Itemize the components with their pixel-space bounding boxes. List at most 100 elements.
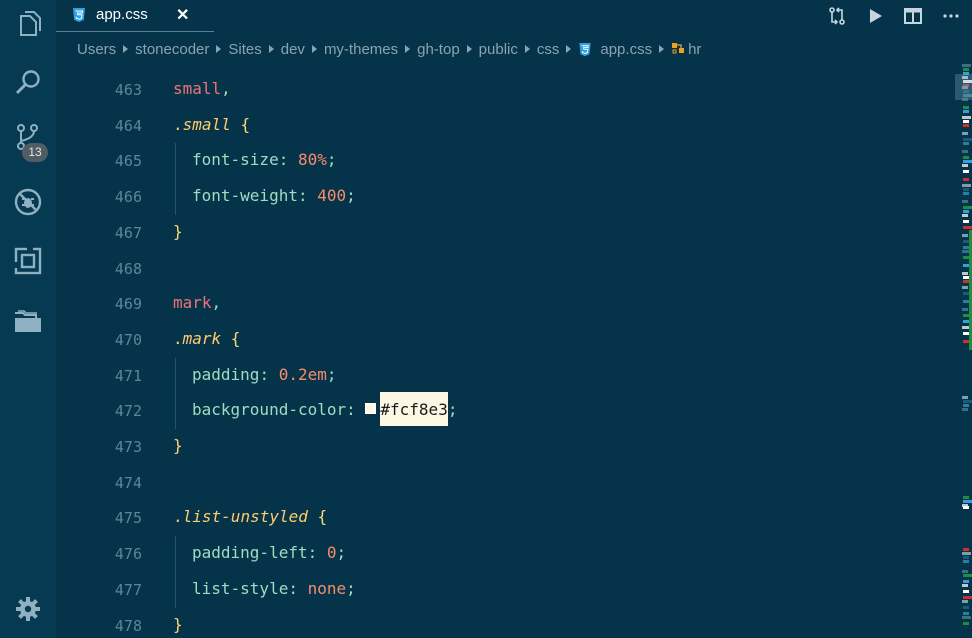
chevron-right-icon — [311, 45, 317, 53]
code-text: } — [173, 222, 183, 241]
breadcrumb-item[interactable]: Sites — [228, 41, 261, 58]
breadcrumb-item[interactable]: dev — [281, 41, 305, 58]
brace-token: } — [173, 614, 183, 634]
code-text: mark, — [173, 293, 221, 312]
minimap-line — [963, 178, 969, 181]
minimap-line — [962, 600, 968, 603]
code-text: small, — [173, 79, 231, 98]
minimap[interactable] — [954, 60, 972, 638]
code-line[interactable]: 470 .mark { — [56, 322, 952, 358]
minimap-line — [963, 170, 969, 173]
property-token: list-style — [192, 578, 289, 598]
breadcrumb-item[interactable]: gh-top — [417, 41, 460, 58]
code-line[interactable]: 474 — [56, 465, 952, 501]
breadcrumb-item[interactable]: app.css — [600, 41, 652, 58]
breadcrumb-item[interactable]: public — [479, 41, 518, 58]
debug-button[interactable] — [0, 178, 56, 226]
minimap-line — [963, 124, 969, 127]
property-token: padding-left — [192, 543, 308, 563]
property-token: font-weight — [192, 186, 298, 206]
code-line[interactable]: 463 small, — [56, 72, 952, 108]
code-line[interactable]: 477 list-style: none; — [56, 571, 952, 608]
minimap-line — [963, 210, 969, 213]
minimap-line — [963, 206, 972, 209]
minimap-line — [962, 272, 968, 275]
line-number: 477 — [114, 580, 142, 599]
code-editor[interactable]: 463 small, 464 .small {465 font-size: 80%; 46… — [56, 72, 952, 638]
extensions-button[interactable] — [0, 237, 56, 285]
code-line[interactable]: 472 background-color: #fcf8e3; — [56, 392, 952, 430]
semicolon-token: ; — [326, 150, 337, 170]
minimap-line — [962, 116, 971, 119]
breadcrumb-item[interactable]: my-themes — [324, 41, 398, 58]
breadcrumb-item[interactable]: Users — [77, 41, 116, 58]
code-line[interactable]: 469 mark, — [56, 286, 952, 322]
line-number: 474 — [114, 473, 142, 492]
run-icon — [870, 9, 882, 23]
minimap-line — [963, 138, 972, 141]
punctuation-token: , — [221, 79, 231, 98]
minimap-line — [963, 612, 969, 615]
chevron-right-icon — [566, 45, 572, 53]
compare-changes-button[interactable] — [826, 6, 848, 26]
breadcrumb-item[interactable]: hr — [688, 41, 701, 58]
class-token: small — [182, 114, 231, 134]
code-line[interactable]: 473} — [56, 429, 952, 465]
chevron-right-icon — [405, 45, 411, 53]
code-text: list-style: none; — [192, 579, 356, 598]
brace-token: { — [221, 328, 241, 348]
minimap-line — [963, 606, 969, 609]
colon-token: : — [278, 150, 298, 170]
minimap-line — [963, 142, 969, 145]
minimap-line — [963, 560, 969, 563]
code-line[interactable]: 476 padding-left: 0; — [56, 536, 952, 573]
explorer-button[interactable] — [0, 0, 56, 48]
code-text: font-size: 80%; — [192, 150, 337, 169]
minimap-line — [963, 192, 969, 195]
line-number: 464 — [114, 116, 142, 135]
line-number: 478 — [114, 616, 142, 635]
scrollbar-thumb[interactable] — [955, 74, 972, 100]
punctuation-token: , — [211, 293, 222, 313]
chevron-right-icon — [659, 45, 665, 53]
code-text: padding-left: 0; — [192, 543, 346, 562]
line-number: 471 — [114, 366, 142, 385]
line-number: 473 — [114, 438, 142, 456]
code-line[interactable]: 471 padding: 0.2em; — [56, 357, 952, 394]
minimap-line — [962, 616, 971, 619]
semicolon-token: ; — [447, 400, 458, 420]
settings-button[interactable] — [0, 585, 56, 633]
code-text: background-color: #fcf8e3; — [192, 392, 458, 427]
split-editor-button[interactable] — [902, 6, 924, 26]
minimap-line — [963, 574, 972, 577]
minimap-line — [963, 400, 972, 403]
run-button[interactable] — [864, 6, 886, 26]
color-swatch[interactable] — [365, 403, 377, 415]
property-token: padding — [192, 364, 260, 384]
more-actions-button[interactable] — [940, 6, 962, 26]
minimap-line — [963, 106, 969, 109]
minimap-line — [963, 188, 969, 191]
minimap-line — [962, 132, 968, 135]
minimap-line — [963, 496, 969, 499]
colon-token: : — [297, 186, 318, 206]
code-line[interactable]: 475 .list-unstyled { — [56, 500, 952, 536]
breadcrumb-item[interactable]: stonecoder — [135, 41, 209, 58]
code-line[interactable]: 478} — [56, 608, 952, 638]
minimap-line — [963, 548, 969, 551]
breadcrumb-item[interactable]: css — [537, 41, 560, 58]
code-line[interactable]: 468 — [56, 251, 952, 287]
code-line[interactable]: 466 font-weight: 400; — [56, 179, 952, 216]
search-button[interactable] — [0, 59, 56, 107]
tab-app-css[interactable]: app.css ✕ — [56, 0, 214, 32]
code-line[interactable]: 465 font-size: 80%; — [56, 143, 952, 180]
code-line[interactable]: 467} — [56, 215, 952, 251]
tab-close-button[interactable]: ✕ — [176, 5, 189, 25]
color-value-token: #fcf8e3 — [380, 392, 448, 427]
line-number: 465 — [114, 152, 142, 171]
activity-bar: 13 — [0, 0, 56, 638]
source-control-badge: 13 — [22, 143, 48, 162]
folders-button[interactable] — [0, 297, 56, 345]
code-line[interactable]: 464 .small { — [56, 108, 952, 144]
code-text: .mark { — [173, 329, 240, 348]
